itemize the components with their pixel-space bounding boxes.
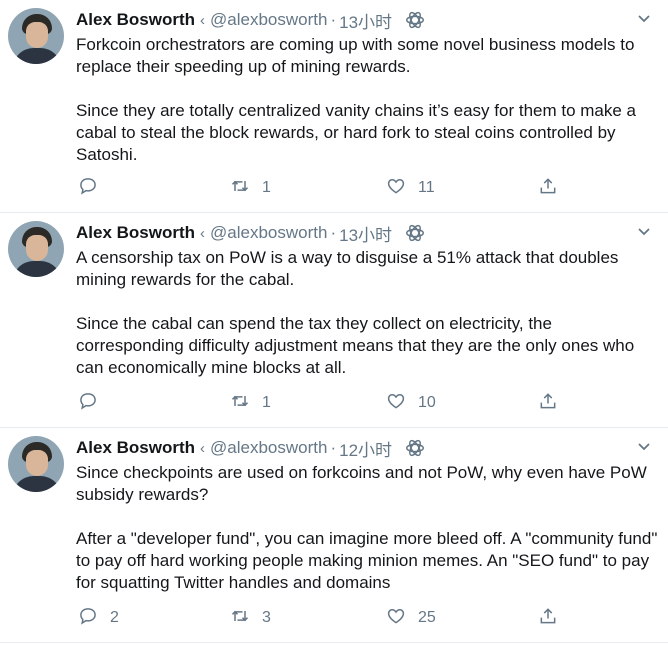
reply-count: 2 [110,609,119,626]
author-handle[interactable]: @alexbosworth [210,438,327,458]
heart-icon [386,391,406,416]
share-button[interactable] [538,606,558,630]
timestamp[interactable]: 13小时 [339,221,392,246]
tweet[interactable]: Alex Bosworth ‹ @alexbosworth · 13小时 For… [0,0,668,213]
avatar[interactable] [8,8,64,64]
like-button[interactable]: 11 [386,176,435,200]
share-button[interactable] [538,176,558,200]
tweet-text: Forkcoin orchestrators are coming up wit… [76,34,660,166]
separator-dot: · [330,10,337,29]
reply-icon [78,391,98,416]
app-icon [404,9,426,31]
like-button[interactable]: 25 [386,606,436,630]
retweet-count: 1 [262,179,271,196]
author-handle[interactable]: @alexbosworth [210,223,327,243]
tweet-text: A censorship tax on PoW is a way to disg… [76,247,660,379]
retweet-count: 1 [262,394,271,411]
tweet[interactable]: Alex Bosworth ‹ @alexbosworth · 13小时 A c… [0,213,668,428]
share-icon [538,176,558,201]
like-count: 10 [418,394,436,411]
retweet-count: 3 [262,609,271,626]
avatar[interactable] [8,436,64,492]
author-handle[interactable]: @alexbosworth [210,10,327,30]
app-icon [404,437,426,459]
separator-dot: · [330,438,337,457]
retweet-button[interactable]: 1 [230,176,271,200]
reply-button[interactable] [78,176,110,200]
retweet-icon [230,176,250,201]
tweet-text: Since checkpoints are used on forkcoins … [76,462,660,594]
app-icon [404,222,426,244]
timestamp[interactable]: 12小时 [339,436,392,461]
tweet-paragraph: Since checkpoints are used on forkcoins … [76,463,647,504]
reply-button[interactable]: 2 [78,606,119,630]
author-name[interactable]: Alex Bosworth [76,223,195,243]
tweet-header: Alex Bosworth ‹ @alexbosworth · 12小时 [76,436,426,460]
share-icon [538,606,558,631]
chevron-down-icon[interactable] [636,223,652,239]
chevron-down-icon[interactable] [636,438,652,454]
tweet-actions: 2 3 25 [76,606,636,630]
tweet-paragraph: After a "developer fund", you can imagin… [76,529,658,592]
reply-icon [78,176,98,201]
share-button[interactable] [538,391,558,415]
author-name[interactable]: Alex Bosworth [76,10,195,30]
reply-marker: ‹ [200,224,206,242]
tweet-header: Alex Bosworth ‹ @alexbosworth · 13小时 [76,8,426,32]
reply-button[interactable] [78,391,110,415]
heart-icon [386,606,406,631]
tweet-paragraph: Since the cabal can spend the tax they c… [76,314,635,377]
retweet-icon [230,391,250,416]
tweet-paragraph: Forkcoin orchestrators are coming up wit… [76,35,635,76]
reply-icon [78,606,98,631]
like-button[interactable]: 10 [386,391,436,415]
tweet-paragraph: A censorship tax on PoW is a way to disg… [76,248,619,289]
retweet-icon [230,606,250,631]
tweet-paragraph: Since they are totally centralized vanit… [76,101,637,164]
tweet-actions: 1 10 [76,391,636,415]
tweet[interactable]: Alex Bosworth ‹ @alexbosworth · 12小时 Sin… [0,428,668,643]
avatar[interactable] [8,221,64,277]
retweet-button[interactable]: 3 [230,606,271,630]
chevron-down-icon[interactable] [636,10,652,26]
reply-marker: ‹ [200,439,206,457]
tweet-actions: 1 11 [76,176,636,200]
reply-marker: ‹ [200,11,206,29]
author-name[interactable]: Alex Bosworth [76,438,195,458]
retweet-button[interactable]: 1 [230,391,271,415]
like-count: 25 [418,609,436,626]
share-icon [538,391,558,416]
heart-icon [386,176,406,201]
separator-dot: · [330,223,337,242]
tweet-header: Alex Bosworth ‹ @alexbosworth · 13小时 [76,221,426,245]
like-count: 11 [418,179,435,196]
timestamp[interactable]: 13小时 [339,8,392,33]
